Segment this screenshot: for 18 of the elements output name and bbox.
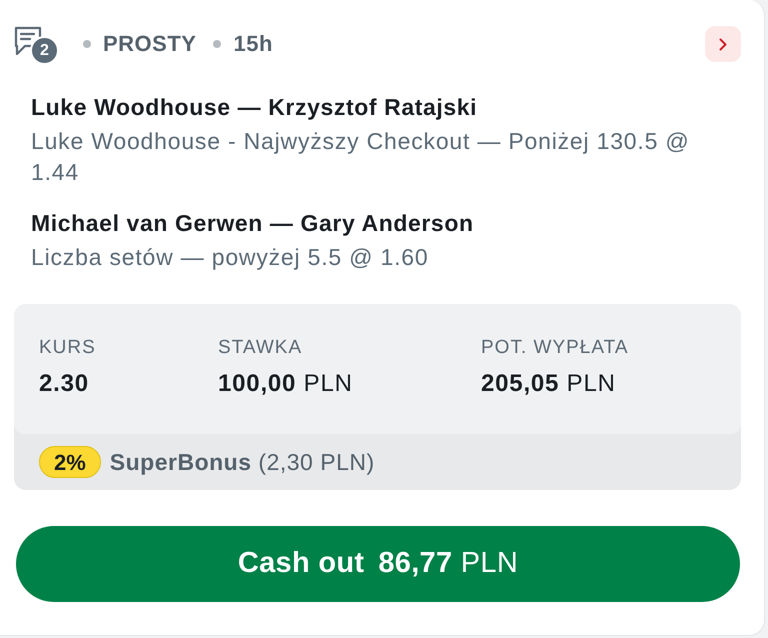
cash-out-button[interactable]: Cash out 86,77 PLN — [16, 526, 740, 602]
match-title: Luke Woodhouse — Krzysztof Ratajski — [31, 93, 478, 122]
field-value: 205,05 PLN — [481, 370, 617, 398]
chevron-right-icon — [719, 38, 727, 50]
selection-pick-text: Liczba setów — powyżej 5.5 @ 1.60 — [31, 243, 430, 272]
field-label: KURS — [39, 337, 97, 359]
bonus-percent-badge: 2% — [39, 446, 101, 478]
field-label: STAWKA — [218, 337, 304, 359]
open-button[interactable] — [705, 26, 741, 62]
count-badge: 2 — [30, 36, 59, 65]
field-label: POT. WYPŁATA — [481, 337, 628, 359]
time-label: 15h — [233, 33, 273, 55]
field-value: 100,00 PLN — [218, 370, 354, 398]
superbonus-text: SuperBonus (2,30 PLN) — [110, 450, 375, 474]
match-title: Michael van Gerwen — Gary Anderson — [31, 209, 475, 238]
selection-pick-text: Luke Woodhouse - Najwyższy Checkout — Poniżej 130.5 @ 1.44 — [31, 127, 691, 187]
bet-type-label: PROSTY — [103, 33, 196, 55]
field-value: 2.30 — [39, 370, 90, 398]
